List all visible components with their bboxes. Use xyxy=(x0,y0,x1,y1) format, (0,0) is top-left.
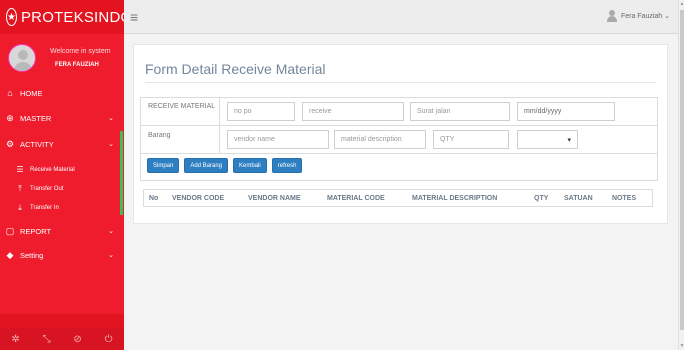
form-row-receive: RECEIVE MATERIAL no po receive Surat jal… xyxy=(141,98,657,126)
sidebar-footer: ✲ ⤡ ⊘ ⏻ xyxy=(0,328,124,350)
divider xyxy=(145,82,656,83)
caret-down-icon: ▾ xyxy=(567,136,571,144)
profile-username: FERA FAUZIAH xyxy=(55,62,99,68)
page-title: Form Detail Receive Material xyxy=(145,61,326,77)
form-box: RECEIVE MATERIAL no po receive Surat jal… xyxy=(140,97,658,181)
surat-jalan-input[interactable]: Surat jalan xyxy=(410,102,510,121)
no-po-input[interactable]: no po xyxy=(227,102,295,121)
table-header: NOTES xyxy=(612,195,637,202)
power-icon[interactable]: ⏻ xyxy=(105,334,113,345)
chevron-down-icon: ⌄ xyxy=(108,252,114,259)
unit-select[interactable]: ▾ xyxy=(517,130,578,149)
table-header: SATUAN xyxy=(564,195,593,202)
sidebar-item-label: REPORT xyxy=(20,226,52,236)
sidebar-spacer xyxy=(0,314,124,328)
button-row: Simpan Add Barang Kembali refresh xyxy=(147,158,303,173)
material-description-input[interactable]: material description xyxy=(334,130,426,149)
profile: Welcome in system FERA FAUZIAH xyxy=(0,42,124,84)
menu-toggle-icon[interactable]: ≡ xyxy=(130,9,138,25)
list-icon: ☰ xyxy=(16,165,24,174)
sidebar-item-label: Receive Material xyxy=(30,166,75,173)
scroll-thumb[interactable] xyxy=(680,10,684,330)
sidebar-item-label: HOME xyxy=(20,88,43,98)
receive-material-label: RECEIVE MATERIAL xyxy=(148,103,216,110)
scroll-up-icon[interactable]: ▲ xyxy=(679,1,684,7)
sidebar-item-home[interactable]: ⌂ HOME xyxy=(0,84,124,102)
sidebar-item-receive-material[interactable]: ☰ Receive Material xyxy=(0,160,124,179)
table-header: No xyxy=(149,195,159,202)
detail-table-header: No VENDOR CODE VENDOR NAME MATERIAL CODE… xyxy=(143,189,653,207)
sidebar-item-activity[interactable]: ⚙ ACTIVITY ⌄ xyxy=(0,132,124,156)
chevron-down-icon: ⌄ xyxy=(108,115,114,122)
scrollbar[interactable]: ▲ ▼ xyxy=(678,0,684,350)
sidebar-item-setting[interactable]: ◆ Setting ⌄ xyxy=(0,243,124,267)
form-panel: Form Detail Receive Material RECEIVE MAT… xyxy=(133,44,668,224)
cogs-icon: ⚙ xyxy=(5,138,15,149)
add-barang-button[interactable]: Add Barang xyxy=(184,158,229,173)
globe-icon: ⊕ xyxy=(6,112,14,123)
user-menu[interactable]: Fera Fauziah ⌄ xyxy=(606,10,670,22)
label-separator xyxy=(219,126,220,154)
refresh-button[interactable]: refresh xyxy=(271,158,303,173)
gear-icon[interactable]: ✲ xyxy=(11,334,19,345)
chevron-down-icon: ⌄ xyxy=(108,141,114,148)
fullscreen-icon[interactable]: ⤡ xyxy=(43,334,51,345)
sidebar-item-label: Setting xyxy=(20,250,44,260)
date-input[interactable]: mm/dd/yyyy xyxy=(517,102,615,121)
sidebar-item-transfer-in[interactable]: ⤓ Transfer In xyxy=(0,198,124,217)
vendor-name-input[interactable]: vendor name xyxy=(227,130,329,149)
top-navbar: ≡ Fera Fauziah ⌄ xyxy=(124,0,678,34)
welcome-text: Welcome in system xyxy=(50,48,111,55)
sidebar-item-label: Transfer In xyxy=(30,204,59,211)
qty-input[interactable]: QTY xyxy=(433,130,509,149)
user-name: Fera Fauziah ⌄ xyxy=(620,13,670,20)
active-indicator xyxy=(120,131,123,215)
sidebar-item-label: ACTIVITY xyxy=(20,139,54,149)
brand[interactable]: ★ PROTEKSINDO xyxy=(0,0,132,34)
sidebar: ★ PROTEKSINDO Welcome in system FERA FAU… xyxy=(0,0,132,350)
simpan-button[interactable]: Simpan xyxy=(147,158,180,173)
avatar xyxy=(8,44,36,72)
sidebar-item-label: Transfer Out xyxy=(30,185,64,192)
sidebar-item-master[interactable]: ⊕ MASTER ⌄ xyxy=(0,106,124,130)
download-icon: ⤓ xyxy=(18,202,22,212)
scroll-down-icon[interactable]: ▼ xyxy=(679,343,684,349)
upload-icon: ⤒ xyxy=(18,183,22,193)
receive-input[interactable]: receive xyxy=(302,102,404,121)
table-header: QTY xyxy=(534,195,549,202)
user-avatar-icon xyxy=(606,10,617,22)
eye-slash-icon[interactable]: ⊘ xyxy=(73,334,81,345)
sidebar-item-label: MASTER xyxy=(20,113,52,123)
file-icon: ▢ xyxy=(5,225,15,236)
sidebar-item-report[interactable]: ▢ REPORT ⌄ xyxy=(0,219,124,243)
home-icon: ⌂ xyxy=(7,88,13,98)
table-header: VENDOR CODE xyxy=(172,195,225,202)
table-header: VENDOR NAME xyxy=(248,195,301,202)
star-badge-icon: ★ xyxy=(6,8,17,26)
table-header: MATERIAL CODE xyxy=(327,195,385,202)
sidebar-item-transfer-out[interactable]: ⤒ Transfer Out xyxy=(0,179,124,198)
table-header: MATERIAL DESCRIPTION xyxy=(412,195,498,202)
chevron-down-icon: ⌄ xyxy=(108,228,114,235)
form-row-barang: Barang vendor name material description … xyxy=(141,126,657,154)
barang-label: Barang xyxy=(148,132,171,139)
label-separator xyxy=(219,98,220,126)
brand-name: PROTEKSINDO xyxy=(20,8,133,26)
shield-icon: ◆ xyxy=(6,249,14,260)
kembali-button[interactable]: Kembali xyxy=(233,158,267,173)
